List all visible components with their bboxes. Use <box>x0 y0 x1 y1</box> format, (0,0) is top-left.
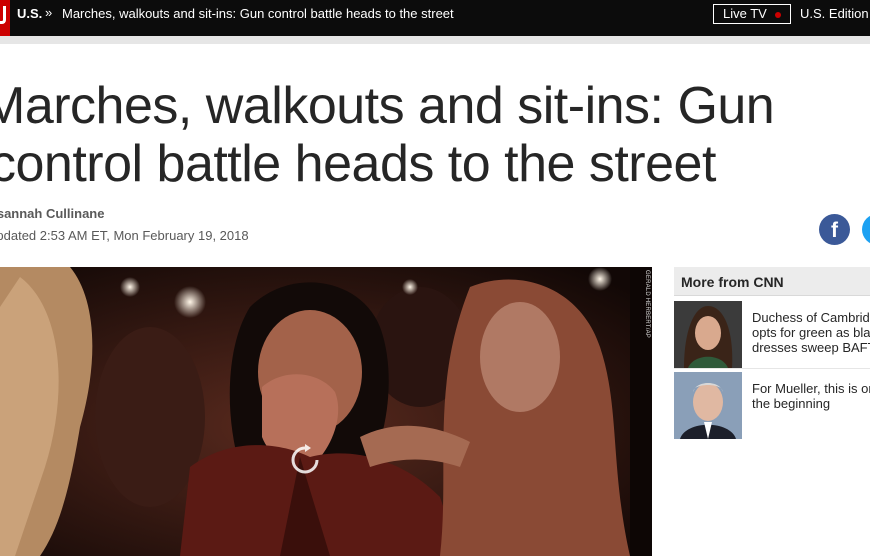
live-tv-button[interactable]: Live TV <box>713 4 791 24</box>
photo-credit-text: GERALD HERBERT/AP <box>644 270 650 338</box>
facebook-icon: f <box>831 219 838 242</box>
facebook-share-button[interactable]: f <box>819 214 850 245</box>
byline: By Susannah Cullinane <box>0 206 104 221</box>
breadcrumb-separator: » <box>45 5 53 20</box>
updated-timestamp: Updated 2:53 AM ET, Mon February 19, 201… <box>0 228 249 243</box>
story-title[interactable]: Duchess of Cambridge opts for green as b… <box>752 310 870 355</box>
rail-story-item[interactable]: For Mueller, this is only the beginning <box>674 372 870 439</box>
breadcrumb-article-title: Marches, walkouts and sit-ins: Gun contr… <box>62 6 454 21</box>
live-tv-label: Live TV <box>723 6 767 21</box>
photo-credit: GERALD HERBERT/AP <box>640 270 650 340</box>
rail-heading-label: More from CNN <box>681 274 784 290</box>
breadcrumb-section-link[interactable]: U.S. <box>17 7 42 21</box>
story-thumbnail[interactable] <box>674 301 742 368</box>
page-title: Marches, walkouts and sit-ins: Gun contr… <box>0 77 775 193</box>
vigil-photo-illustration <box>0 267 652 556</box>
top-nav-bar: U.S. » Marches, walkouts and sit-ins: Gu… <box>0 0 870 44</box>
twitter-share-button[interactable] <box>862 214 870 245</box>
live-indicator-icon <box>775 12 781 18</box>
story-thumbnail[interactable] <box>674 372 742 439</box>
author-name[interactable]: By Susannah Cullinane <box>0 206 104 221</box>
rail-story-item[interactable]: Duchess of Cambridge opts for green as b… <box>674 301 870 368</box>
nav-divider <box>0 36 870 44</box>
story-title[interactable]: For Mueller, this is only the beginning <box>752 381 870 411</box>
edition-selector[interactable]: U.S. Edition <box>800 7 869 21</box>
rail-divider <box>674 368 870 369</box>
replay-icon[interactable] <box>288 443 322 477</box>
hero-photo[interactable] <box>0 267 652 556</box>
rail-heading: More from CNN <box>674 267 870 296</box>
